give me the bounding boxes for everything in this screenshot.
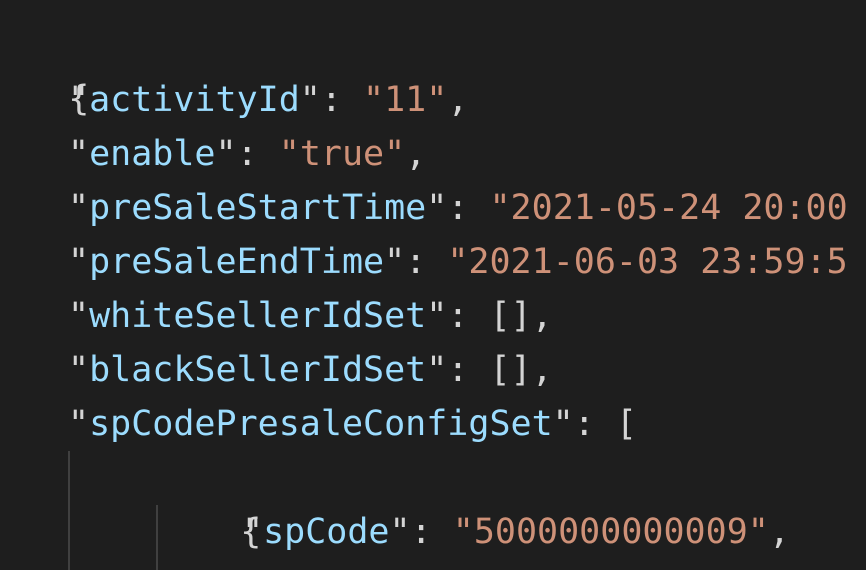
json-key: activityId <box>89 80 300 120</box>
code-line-white-seller-id-set: "whiteSellerIdSet": [], <box>68 296 553 336</box>
json-key: preSaleEndTime <box>89 242 385 282</box>
code-line-enable: "enable": "true", <box>68 134 427 174</box>
json-raw-value: [], <box>489 350 553 390</box>
code-line-presale-end-time: "preSaleEndTime": "2021-06-03 23:59:5 <box>68 242 848 282</box>
json-raw-value: [], <box>489 296 553 336</box>
json-string-value: 2021-06-03 23:59:5 <box>468 242 848 282</box>
code-editor[interactable]: { "activityId": "11", "enable": "true", … <box>0 0 866 570</box>
code-line-sp-code-presale-config-set: "spCodePresaleConfigSet": [ <box>68 404 637 444</box>
indent-guide <box>68 451 70 570</box>
code-line-sp-code: "spCode": "5000000000009", <box>242 512 790 552</box>
json-string-value: 11 <box>384 80 427 120</box>
json-string-value: true <box>299 134 385 174</box>
code-line-inner-open-brace: { <box>156 451 261 552</box>
code-line-black-seller-id-set: "blackSellerIdSet": [], <box>68 350 553 390</box>
json-key: spCodePresaleConfigSet <box>89 404 553 444</box>
indent-guide-nested <box>156 505 158 570</box>
json-key: spCode <box>263 512 390 552</box>
json-key: whiteSellerIdSet <box>89 296 427 336</box>
code-line-activity-id: "activityId": "11", <box>68 80 469 120</box>
json-key: preSaleStartTime <box>89 188 427 228</box>
json-key: blackSellerIdSet <box>89 350 427 390</box>
code-line-open-brace: { <box>0 18 89 119</box>
code-line-presale-start-time: "preSaleStartTime": "2021-05-24 20:00 <box>68 188 848 228</box>
json-string-value: 5000000000009 <box>473 512 748 552</box>
json-key: enable <box>89 134 216 174</box>
json-raw-value: [ <box>615 404 637 444</box>
json-string-value: 2021-05-24 20:00 <box>510 188 848 228</box>
